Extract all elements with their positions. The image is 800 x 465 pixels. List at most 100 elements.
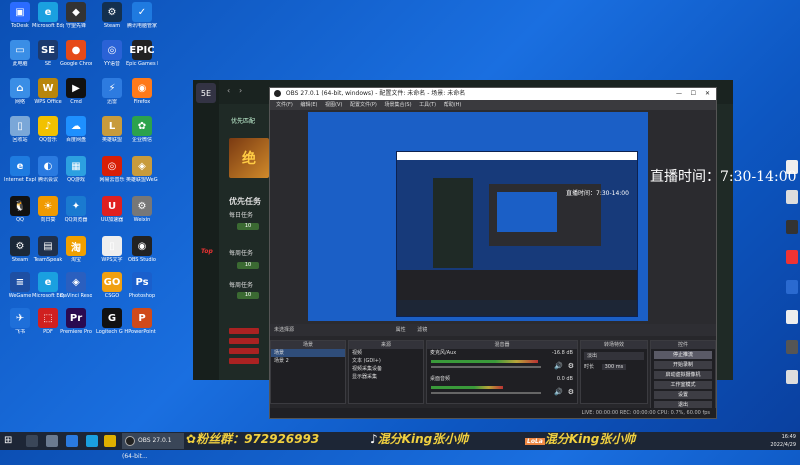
- file-explorer-icon[interactable]: [66, 435, 78, 447]
- event-banner[interactable]: 绝: [229, 138, 269, 178]
- desktop-icon-label: 网易云音乐: [99, 177, 125, 183]
- menu-view[interactable]: 视图(V): [325, 102, 342, 108]
- gear-icon[interactable]: ⚙: [568, 388, 574, 396]
- menu-scene-collection[interactable]: 场景集合(S): [384, 102, 411, 108]
- obs-preview-canvas[interactable]: 直播时间：7:30-14:00: [308, 112, 648, 321]
- desktop-icon-label: Google Chrome: [60, 61, 92, 67]
- scene-item[interactable]: 场景: [271, 349, 345, 357]
- edge-icon[interactable]: [86, 435, 98, 447]
- virtual-camera-button[interactable]: 启动虚拟摄像机: [654, 371, 712, 379]
- menu-tools[interactable]: 工具(T): [419, 102, 436, 108]
- folder-icon[interactable]: [104, 435, 116, 447]
- back-arrow-icon[interactable]: ‹: [227, 86, 230, 95]
- app-icon: ▦: [66, 156, 86, 176]
- desktop-icon[interactable]: Pr Premiere Pro: [60, 308, 92, 335]
- desktop-icon-label: CSGO: [104, 293, 120, 299]
- speaker-icon[interactable]: 🔊: [554, 388, 563, 396]
- douyin-promo: ♪混分King张小帅: [370, 430, 468, 447]
- desktop-icon[interactable]: ✓ 腾讯电脑管家: [126, 2, 158, 29]
- app-icon: ◐: [38, 156, 58, 176]
- menu-help[interactable]: 帮助(H): [444, 102, 462, 108]
- app-icon: G: [102, 308, 122, 328]
- volume-slider[interactable]: [431, 366, 541, 368]
- desktop-icon[interactable]: ⚡ 迅雷: [96, 78, 128, 105]
- app-icon: ▯: [10, 116, 30, 136]
- maximize-icon[interactable]: ☐: [691, 88, 696, 100]
- task-badge[interactable]: 10: [237, 262, 259, 269]
- desktop-icon-label: OBS Studio: [128, 257, 156, 263]
- desktop-icon[interactable]: ◆ 守望先锋: [60, 2, 92, 29]
- source-item[interactable]: 视频采集设备: [349, 365, 423, 373]
- volume-meter: [431, 386, 503, 389]
- studio-mode-button[interactable]: 工作室模式: [654, 381, 712, 389]
- desktop-icon[interactable]: ▶ Cmd: [60, 78, 92, 105]
- clock-date[interactable]: 2022/4/29: [770, 441, 796, 449]
- desktop-icon-label: 淘宝: [70, 257, 81, 263]
- source-item[interactable]: 显示器采集: [349, 373, 423, 381]
- desktop-icon[interactable]: Ps Photoshop: [126, 272, 158, 299]
- scene-item[interactable]: 场景 2: [271, 357, 345, 365]
- desktop-icon[interactable]: ●Google Chrome: [60, 40, 92, 67]
- desktop-icon[interactable]: P PowerPoint: [126, 308, 158, 335]
- task-badge[interactable]: 10: [237, 292, 259, 299]
- minimize-icon[interactable]: —: [676, 88, 682, 100]
- gear-icon[interactable]: ⚙: [568, 362, 574, 370]
- app-icon: 淘: [66, 236, 86, 256]
- desktop-icon[interactable]: GLogitech G HUB: [96, 308, 128, 335]
- close-icon[interactable]: ✕: [705, 88, 710, 100]
- obs-taskbar-button[interactable]: OBS 27.0.1 (64-bit...: [122, 433, 184, 460]
- obs-window-title: OBS 27.0.1 (64-bit, windows) - 配置文件: 未命名…: [285, 90, 466, 97]
- desktop-icon[interactable]: ⚙ Weixin: [126, 196, 158, 223]
- app-icon: ●: [66, 40, 86, 60]
- menu-profile[interactable]: 配置文件(P): [350, 102, 377, 108]
- app-icon: ▯: [102, 236, 122, 256]
- settings-button[interactable]: 设置: [654, 391, 712, 399]
- desktop-icon[interactable]: GO CSGO: [96, 272, 128, 299]
- task-badge[interactable]: 10: [237, 223, 259, 230]
- red-bar: [229, 348, 259, 354]
- volume-slider[interactable]: [431, 392, 541, 394]
- obs-window: OBS 27.0.1 (64-bit, windows) - 配置文件: 未命名…: [269, 87, 717, 419]
- app-icon: ▭: [10, 40, 30, 60]
- kuaishou-icon: LoLa: [525, 438, 545, 445]
- menu-edit[interactable]: 编辑(E): [300, 102, 317, 108]
- desktop-icon[interactable]: ◈英雄联盟WeGame: [126, 156, 158, 183]
- obs-dock-area: 未选择源 属性 滤镜 场景 场景 场景 2 来源 视频 文本 (GDI+) 视频…: [270, 324, 716, 418]
- desktop-icon[interactable]: ✿ 企业微信: [126, 116, 158, 143]
- desktop-icon[interactable]: ▦ QQ游戏: [60, 156, 92, 183]
- start-button[interactable]: ⊞: [4, 435, 16, 447]
- transition-select[interactable]: 淡出: [584, 352, 644, 360]
- app-icon: SE: [38, 40, 58, 60]
- desktop-icon[interactable]: ◎ YY语音: [96, 40, 128, 67]
- forward-arrow-icon[interactable]: ›: [239, 86, 242, 95]
- desktop-icon[interactable]: ⚙ Steam: [96, 2, 128, 29]
- desktop-icon[interactable]: U UU加速器: [96, 196, 128, 223]
- duration-field[interactable]: 300 ms: [601, 364, 627, 370]
- properties-button[interactable]: 属性: [396, 327, 406, 333]
- desktop-icon-label: WPS文字: [101, 257, 123, 263]
- menu-file[interactable]: 文件(F): [276, 102, 293, 108]
- start-recording-button[interactable]: 开始录制: [654, 361, 712, 369]
- desktop-icon[interactable]: ◈DaVinci Resolve: [60, 272, 92, 299]
- desktop-icon[interactable]: 淘淘宝: [60, 236, 92, 263]
- desktop-icon[interactable]: ◉ OBS Studio: [126, 236, 158, 263]
- launcher-logo[interactable]: 5E: [196, 83, 216, 103]
- desktop-icon[interactable]: EPICEpic Games Launcher: [126, 40, 158, 67]
- app-icon: ⬚: [38, 308, 58, 328]
- desktop-icon[interactable]: ✦ QQ浏览器: [60, 196, 92, 223]
- task-view-icon[interactable]: [46, 435, 58, 447]
- stop-streaming-button[interactable]: 停止推流: [654, 351, 712, 359]
- desktop-icon[interactable]: ☁ 百度网盘: [60, 116, 92, 143]
- search-icon[interactable]: [26, 435, 38, 447]
- desktop-icon[interactable]: ▯ WPS文字: [96, 236, 128, 263]
- speaker-icon[interactable]: 🔊: [554, 362, 563, 370]
- desktop-icon[interactable]: L 英雄联盟: [96, 116, 128, 143]
- filters-button[interactable]: 滤镜: [417, 327, 427, 333]
- source-item[interactable]: 文本 (GDI+): [349, 357, 423, 365]
- clock-time[interactable]: 16:49: [770, 433, 796, 441]
- desktop-icon[interactable]: ◉ Firefox: [126, 78, 158, 105]
- mixer-channel: 桌面音频 0.0 dB 🔊 ⚙: [427, 375, 577, 401]
- desktop-icon[interactable]: ◎ 网易云音乐: [96, 156, 128, 183]
- source-item[interactable]: 视频: [349, 349, 423, 357]
- nav-priority-match[interactable]: 优先匹配: [231, 116, 271, 126]
